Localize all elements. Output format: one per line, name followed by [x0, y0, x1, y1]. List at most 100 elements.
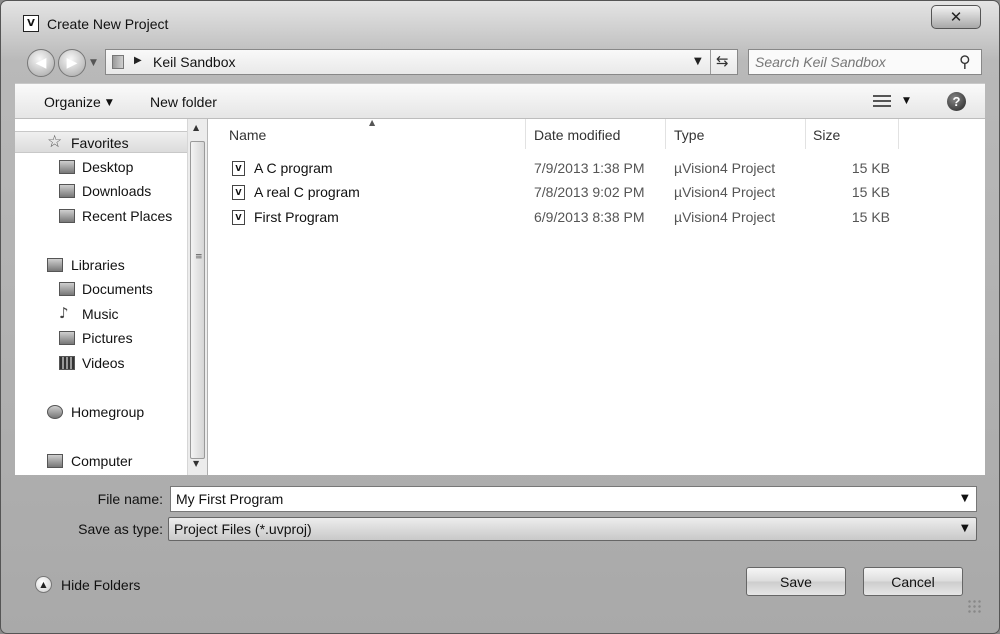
file-name-input[interactable]: [176, 490, 936, 508]
column-header-type[interactable]: Type: [674, 127, 704, 143]
nav-item-music[interactable]: ♪ Music: [15, 303, 187, 325]
recent-locations-dropdown[interactable]: ▼: [90, 58, 97, 68]
breadcrumb-current-folder[interactable]: Keil Sandbox: [153, 54, 236, 70]
change-view-icon[interactable]: [873, 95, 891, 107]
file-date: 7/8/2013 9:02 PM: [534, 184, 645, 200]
nav-item-label: Desktop: [82, 159, 134, 175]
nav-item-label: Recent Places: [82, 208, 173, 224]
column-divider[interactable]: [665, 119, 666, 149]
column-divider[interactable]: [525, 119, 526, 149]
organize-button[interactable]: Organize ▼: [44, 94, 113, 110]
uvision-app-icon: V: [23, 15, 39, 32]
resize-grip-icon[interactable]: [967, 599, 981, 613]
nav-group-label: Favorites: [71, 135, 129, 151]
videos-icon: [59, 356, 75, 370]
file-name: A real C program: [254, 184, 360, 200]
nav-item-label: Music: [82, 306, 119, 322]
nav-group-label: Libraries: [71, 257, 125, 273]
column-header-name[interactable]: Name: [229, 127, 266, 143]
nav-item-label: Videos: [82, 355, 125, 371]
column-header-size[interactable]: Size: [813, 127, 840, 143]
nav-group-label: Computer: [71, 453, 133, 469]
folder-icon: [112, 55, 124, 69]
search-icon[interactable]: ⚲: [959, 52, 971, 71]
nav-item-downloads[interactable]: Downloads: [15, 180, 187, 202]
refresh-icon[interactable]: ⇆: [716, 52, 729, 70]
uvision-project-icon: V: [232, 185, 245, 200]
libraries-icon: [47, 258, 63, 272]
breadcrumb-arrow-icon[interactable]: ▶: [134, 55, 142, 66]
nav-item-label: Downloads: [82, 183, 152, 199]
view-options-dropdown-icon[interactable]: ▼: [903, 96, 910, 106]
sort-ascending-icon: ▲: [369, 118, 376, 127]
nav-item-label: Pictures: [82, 330, 133, 346]
help-icon[interactable]: ?: [947, 92, 966, 111]
address-bar[interactable]: ▶ Keil Sandbox ▼ ⇆: [105, 49, 738, 75]
cancel-button[interactable]: Cancel: [863, 567, 963, 596]
file-name-label: File name:: [97, 491, 163, 507]
file-date: 6/9/2013 8:38 PM: [534, 209, 645, 225]
recent-places-icon: [59, 209, 75, 223]
file-size: 15 KB: [851, 209, 890, 225]
file-name: A C program: [254, 160, 333, 176]
close-icon: ✕: [949, 8, 963, 26]
nav-item-label: Documents: [82, 281, 153, 297]
title-bar: V Create New Project ✕: [1, 1, 1000, 45]
collapse-up-icon: ▲: [35, 576, 52, 593]
save-button[interactable]: Save: [746, 567, 846, 596]
navigation-pane: ☆ Favorites Desktop Downloads Recent Pla…: [15, 119, 187, 475]
back-button[interactable]: ◀: [27, 49, 55, 77]
column-header-date-modified[interactable]: Date modified: [534, 127, 620, 143]
file-size: 15 KB: [851, 184, 890, 200]
forward-button[interactable]: ▶: [58, 49, 86, 77]
chevron-down-icon: ▼: [105, 98, 113, 108]
search-input[interactable]: [755, 53, 945, 71]
nav-item-desktop[interactable]: Desktop: [15, 156, 187, 178]
scrollbar-thumb[interactable]: ≡: [190, 141, 205, 459]
column-divider[interactable]: [898, 119, 899, 149]
address-dropdown-icon[interactable]: ▼: [694, 56, 702, 67]
create-project-dialog: V Create New Project ✕ ◀ ▶ ▼ ▶ Keil Sand…: [0, 0, 1000, 634]
file-row[interactable]: V First Program 6/9/2013 8:38 PM µVision…: [226, 206, 966, 228]
save-as-type-value: Project Files (*.uvproj): [174, 521, 312, 537]
nav-item-recent-places[interactable]: Recent Places: [15, 205, 187, 227]
nav-pane-scrollbar[interactable]: ▲ ≡ ▼: [187, 119, 207, 475]
file-name-combobox[interactable]: ▼: [170, 486, 977, 512]
nav-item-pictures[interactable]: Pictures: [15, 327, 187, 349]
scroll-down-icon[interactable]: ▼: [193, 459, 199, 468]
downloads-icon: [59, 184, 75, 198]
search-box[interactable]: ⚲: [748, 49, 982, 75]
nav-item-videos[interactable]: Videos: [15, 352, 187, 374]
grip-icon: ≡: [195, 252, 203, 262]
hide-folders-label: Hide Folders: [61, 577, 141, 593]
column-divider[interactable]: [805, 119, 806, 149]
nav-group-computer[interactable]: Computer: [15, 450, 187, 472]
save-as-type-label: Save as type:: [78, 521, 163, 537]
desktop-icon: [59, 160, 75, 174]
file-size: 15 KB: [851, 160, 890, 176]
file-row[interactable]: V A C program 7/9/2013 1:38 PM µVision4 …: [226, 157, 966, 179]
nav-group-homegroup[interactable]: Homegroup: [15, 401, 187, 423]
new-folder-button[interactable]: New folder: [150, 94, 217, 110]
back-arrow-icon: ◀: [35, 55, 47, 71]
save-as-type-select[interactable]: Project Files (*.uvproj) ▼: [168, 517, 977, 541]
star-icon: ☆: [47, 132, 63, 152]
nav-group-libraries[interactable]: Libraries: [15, 254, 187, 276]
scroll-up-icon[interactable]: ▲: [193, 123, 199, 132]
file-row[interactable]: V A real C program 7/8/2013 9:02 PM µVis…: [226, 181, 966, 203]
close-button[interactable]: ✕: [931, 5, 981, 29]
file-name: First Program: [254, 209, 339, 225]
organize-label: Organize: [44, 94, 101, 110]
forward-arrow-icon: ▶: [66, 55, 78, 71]
pictures-icon: [59, 331, 75, 345]
window-title: Create New Project: [47, 16, 169, 32]
chevron-down-icon[interactable]: ▼: [961, 493, 969, 504]
address-divider: [710, 50, 711, 74]
nav-item-documents[interactable]: Documents: [15, 278, 187, 300]
uvision-project-icon: V: [232, 161, 245, 176]
file-type: µVision4 Project: [674, 184, 776, 200]
chevron-down-icon[interactable]: ▼: [961, 523, 969, 534]
file-type: µVision4 Project: [674, 160, 776, 176]
nav-group-favorites[interactable]: ☆ Favorites: [15, 131, 187, 153]
command-toolbar: Organize ▼ New folder ▼ ?: [15, 83, 985, 119]
